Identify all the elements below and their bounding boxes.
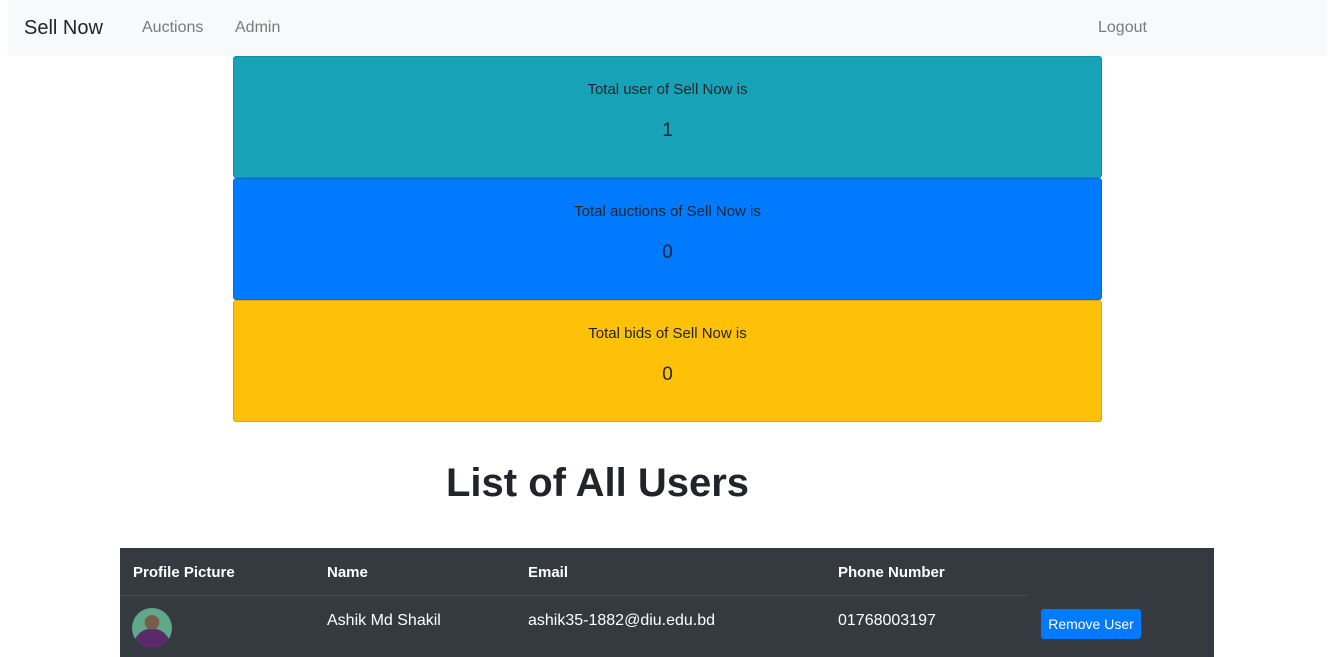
logout-link[interactable]: Logout xyxy=(1098,18,1147,38)
brand-link[interactable]: Sell Now xyxy=(24,15,103,41)
nav-link-auctions[interactable]: Auctions xyxy=(142,18,203,38)
users-table: Profile Picture Name Email Phone Number … xyxy=(120,548,1214,657)
column-header-profile-picture: Profile Picture xyxy=(133,564,235,581)
user-name-cell: Ashik Md Shakil xyxy=(327,612,441,629)
avatar xyxy=(132,608,172,648)
nav-link-admin[interactable]: Admin xyxy=(235,18,280,38)
column-header-name: Name xyxy=(327,564,368,581)
stat-value: 0 xyxy=(662,364,673,385)
users-list-title: List of All Users xyxy=(445,461,750,505)
table-header-divider xyxy=(120,595,1028,596)
user-email-cell: ashik35-1882@diu.edu.bd xyxy=(528,612,716,629)
stat-card-auctions: Total auctions of Sell Now is 0 xyxy=(233,178,1102,300)
remove-user-button[interactable]: Remove User xyxy=(1041,609,1141,639)
stat-card-bids: Total bids of Sell Now is 0 xyxy=(233,300,1102,422)
column-header-phone-number: Phone Number xyxy=(838,564,945,581)
stat-value: 1 xyxy=(662,120,673,141)
column-header-email: Email xyxy=(528,564,569,581)
stat-value: 0 xyxy=(662,242,673,263)
user-phone-cell: 01768003197 xyxy=(838,612,936,629)
stat-card-users: Total user of Sell Now is 1 xyxy=(233,56,1102,178)
top-navbar: Sell Now Auctions Admin Logout xyxy=(8,0,1327,56)
stat-label: Total bids of Sell Now is xyxy=(588,325,747,342)
stat-label: Total user of Sell Now is xyxy=(587,81,748,98)
stat-label: Total auctions of Sell Now is xyxy=(574,203,761,220)
